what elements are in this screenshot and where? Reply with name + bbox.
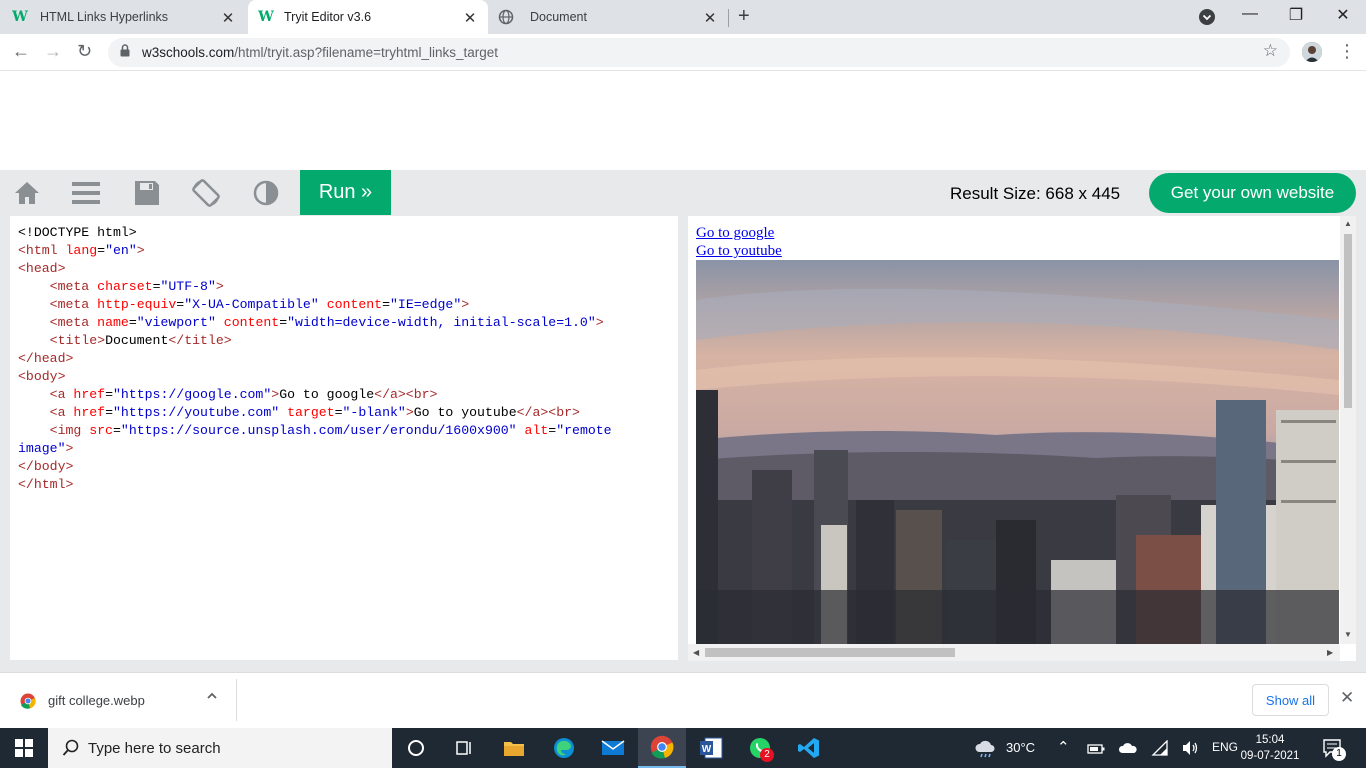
search-placeholder: Type here to search — [88, 739, 221, 757]
result-frame[interactable]: Go to google Go to youtube ▲ ▼ ◀ ▶ — [688, 216, 1356, 661]
download-divider — [236, 679, 237, 721]
tab-tryit-editor[interactable]: W Tryit Editor v3.6 ✕ — [248, 0, 488, 34]
wifi-icon[interactable] — [1151, 739, 1169, 756]
theme-contrast-icon[interactable] — [251, 178, 281, 208]
url-path: /html/tryit.asp?filename=tryhtml_links_t… — [234, 45, 499, 60]
url-host: w3schools.com — [142, 45, 235, 60]
globe-icon — [498, 9, 514, 25]
close-window-icon[interactable]: ✕ — [1320, 5, 1366, 25]
download-file-name[interactable]: gift college.webp — [48, 693, 145, 708]
code-line: <!DOCTYPE html> — [18, 225, 137, 240]
whatsapp-badge: 2 — [760, 748, 774, 762]
tab-html-links[interactable]: W HTML Links Hyperlinks ✕ — [8, 0, 246, 34]
scroll-right-icon[interactable]: ▶ — [1327, 648, 1333, 657]
weather-icon[interactable] — [974, 738, 996, 758]
lock-icon[interactable] — [120, 44, 130, 57]
bookmark-star-icon[interactable]: ☆ — [1263, 41, 1278, 61]
horizontal-scroll-thumb[interactable] — [705, 648, 955, 657]
file-explorer-icon[interactable] — [490, 728, 538, 768]
code-editor[interactable]: <!DOCTYPE html> <html lang="en"> <head> … — [10, 216, 678, 660]
editor-workarea: <!DOCTYPE html> <html lang="en"> <head> … — [0, 216, 1366, 672]
tab-search-icon[interactable] — [1199, 9, 1215, 25]
close-download-bar-icon[interactable]: ✕ — [1340, 688, 1354, 708]
notification-count: 1 — [1332, 747, 1346, 761]
w3schools-favicon: W — [258, 9, 274, 25]
input-language[interactable]: ENG — [1212, 740, 1238, 754]
profile-avatar[interactable] — [1302, 42, 1322, 62]
chrome-file-icon — [20, 693, 36, 709]
vertical-scroll-thumb[interactable] — [1344, 234, 1352, 408]
clock-date: 09-07-2021 — [1240, 750, 1300, 762]
result-links: Go to google Go to youtube — [696, 224, 782, 260]
new-tab-plus-icon[interactable]: + — [738, 5, 750, 28]
url-text: w3schools.com/html/tryit.asp?filename=tr… — [142, 45, 498, 60]
windows-start-icon[interactable] — [0, 728, 48, 768]
close-tab-icon[interactable]: ✕ — [702, 9, 718, 27]
tryit-toolbar: Run » Result Size: 668 x 445 Get your ow… — [0, 170, 1366, 216]
scroll-up-icon[interactable]: ▲ — [1344, 219, 1352, 228]
browser-toolbar: ← → ↻ w3schools.com/html/tryit.asp?filen… — [0, 34, 1366, 71]
chevron-up-tray-icon[interactable]: ⌃ — [1057, 738, 1070, 756]
minimize-icon[interactable]: — — [1227, 5, 1273, 23]
vertical-scrollbar[interactable]: ▲ ▼ — [1340, 216, 1356, 644]
clock-time: 15:04 — [1255, 734, 1285, 746]
result-size-label: Result Size: 668 x 445 — [950, 184, 1121, 203]
temperature: 30°C — [1006, 740, 1036, 755]
volume-icon[interactable] — [1182, 740, 1200, 756]
forward-arrow-icon[interactable]: → — [44, 41, 62, 62]
windows-taskbar: Type here to search W 2 30°C ⌃ ENG 15:04… — [0, 728, 1366, 768]
mail-icon[interactable] — [589, 728, 637, 768]
chevron-up-icon[interactable] — [206, 689, 218, 705]
menu-icon[interactable] — [71, 178, 101, 208]
vscode-icon[interactable] — [785, 728, 833, 768]
svg-text:W: W — [702, 744, 712, 755]
ad-space — [0, 71, 1366, 170]
word-icon[interactable]: W — [687, 728, 735, 768]
horizontal-scrollbar[interactable]: ◀ ▶ — [688, 644, 1340, 661]
google-link[interactable]: Go to google — [696, 224, 782, 242]
home-icon[interactable] — [12, 178, 42, 208]
browser-menu-icon[interactable]: ⋮ — [1338, 41, 1356, 62]
code-link-text: Go to youtube — [413, 405, 517, 420]
tab-separator — [728, 9, 729, 27]
battery-icon[interactable] — [1087, 742, 1105, 754]
notification-center-icon[interactable]: 1 — [1322, 738, 1346, 761]
rotate-orientation-icon[interactable] — [191, 178, 221, 208]
address-bar[interactable]: w3schools.com/html/tryit.asp?filename=tr… — [108, 38, 1290, 67]
chrome-taskbar-icon[interactable] — [638, 728, 686, 768]
tab-title: HTML Links Hyperlinks — [40, 10, 169, 24]
browser-tab-strip: W HTML Links Hyperlinks ✕ W Tryit Editor… — [0, 0, 1366, 34]
close-tab-icon[interactable]: ✕ — [462, 9, 478, 27]
get-website-button[interactable]: Get your own website — [1149, 173, 1356, 213]
save-icon[interactable] — [132, 178, 162, 208]
close-tab-icon[interactable]: ✕ — [220, 9, 236, 27]
whatsapp-icon[interactable]: 2 — [736, 728, 784, 768]
taskbar-clock[interactable]: 15:04 09-07-2021 — [1240, 732, 1300, 764]
reload-icon[interactable]: ↻ — [77, 41, 92, 62]
cortana-icon[interactable] — [392, 728, 440, 768]
remote-image — [696, 260, 1339, 644]
tab-title: Document — [530, 10, 587, 24]
edge-icon[interactable] — [540, 728, 588, 768]
w3schools-favicon: W — [12, 9, 28, 25]
run-button[interactable]: Run » — [300, 170, 391, 215]
search-icon — [62, 739, 80, 757]
tab-document[interactable]: Document ✕ — [490, 0, 728, 34]
tab-title: Tryit Editor v3.6 — [284, 10, 372, 24]
code-link-text: Go to google — [279, 387, 375, 402]
taskbar-search-box[interactable]: Type here to search — [48, 728, 392, 768]
youtube-link[interactable]: Go to youtube — [696, 242, 782, 260]
scroll-left-icon[interactable]: ◀ — [693, 648, 699, 657]
onedrive-icon[interactable] — [1118, 741, 1138, 755]
back-arrow-icon[interactable]: ← — [12, 41, 30, 62]
scroll-down-icon[interactable]: ▼ — [1344, 630, 1352, 639]
show-all-button[interactable]: Show all — [1252, 684, 1329, 716]
task-view-icon[interactable] — [440, 728, 488, 768]
download-bar: gift college.webp Show all ✕ — [0, 672, 1366, 728]
restore-icon[interactable]: ❐ — [1273, 5, 1319, 25]
